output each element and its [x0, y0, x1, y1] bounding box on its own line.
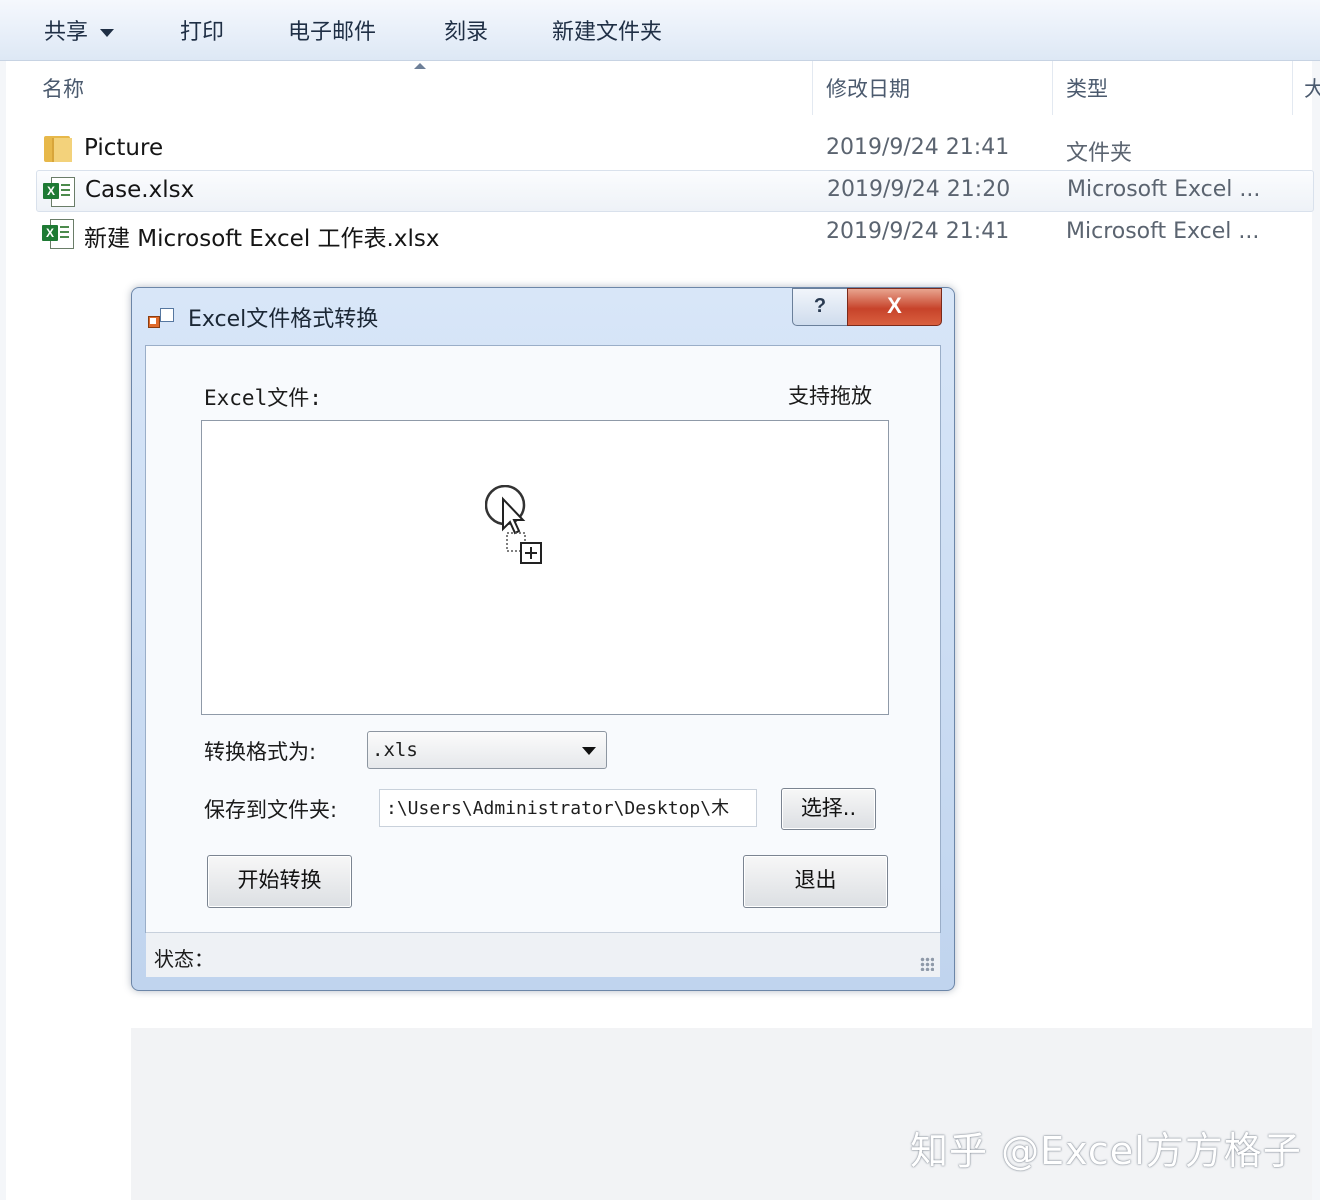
- excel-file-icon: X: [42, 218, 74, 249]
- sort-ascending-icon: [414, 63, 426, 69]
- share-menu-button[interactable]: 共享: [44, 14, 115, 46]
- file-name: Case.xlsx: [85, 177, 195, 203]
- share-label: 共享: [44, 20, 89, 45]
- column-header-name[interactable]: 名称: [42, 73, 84, 103]
- file-date: 2019/9/24 21:41: [826, 135, 1010, 160]
- file-name: 新建 Microsoft Excel 工作表.xlsx: [84, 226, 440, 252]
- column-header-date[interactable]: 修改日期: [826, 73, 910, 103]
- file-type: Microsoft Excel ...: [1066, 219, 1260, 244]
- file-type: 文件夹: [1066, 141, 1133, 166]
- excel-file-label: Excel文件:: [204, 386, 322, 410]
- status-bar: 状态：: [146, 932, 940, 977]
- file-date: 2019/9/24 21:41: [826, 219, 1010, 244]
- exit-button[interactable]: 退出: [743, 855, 888, 908]
- file-drop-area[interactable]: [201, 420, 889, 715]
- file-row-case-xlsx[interactable]: X Case.xlsx 2019/9/24 21:20 Microsoft Ex…: [36, 170, 1314, 212]
- column-divider[interactable]: [812, 61, 813, 115]
- choose-folder-button[interactable]: 选择..: [781, 788, 876, 830]
- file-row-picture[interactable]: Picture 2019/9/24 21:41 文件夹: [36, 129, 1312, 169]
- drag-drop-hint: 支持拖放: [788, 384, 872, 408]
- dialog-body: Excel文件: 支持拖放 转换格式为: .xls 保存到文件夹: :\User…: [145, 345, 941, 977]
- file-type: Microsoft Excel ...: [1067, 177, 1261, 202]
- app-icon: [148, 306, 174, 330]
- format-value: .xls: [372, 739, 418, 761]
- column-header-type[interactable]: 类型: [1066, 73, 1108, 103]
- save-folder-label: 保存到文件夹:: [204, 798, 338, 822]
- new-folder-button[interactable]: 新建文件夹: [552, 14, 662, 46]
- file-date: 2019/9/24 21:20: [827, 177, 1011, 202]
- drag-copy-cursor-icon: [485, 485, 542, 564]
- format-label: 转换格式为:: [204, 740, 317, 764]
- start-convert-button[interactable]: 开始转换: [207, 855, 352, 908]
- excel-file-icon: X: [43, 176, 75, 207]
- chevron-down-icon: [100, 29, 115, 37]
- help-button[interactable]: ?: [792, 288, 848, 326]
- file-row-new-excel[interactable]: X 新建 Microsoft Excel 工作表.xlsx 2019/9/24 …: [36, 213, 1312, 253]
- status-label: 状态：: [154, 947, 214, 971]
- save-path-field[interactable]: :\Users\Administrator\Desktop\木: [379, 789, 757, 827]
- email-button[interactable]: 电子邮件: [288, 14, 376, 46]
- dialog-title: Excel文件格式转换: [188, 307, 379, 332]
- resize-grip-icon[interactable]: [920, 957, 934, 971]
- watermark: 知乎 @Excel方方格子: [910, 1129, 1302, 1173]
- print-button[interactable]: 打印: [180, 14, 224, 46]
- column-divider[interactable]: [1292, 61, 1293, 115]
- excel-format-convert-dialog: Excel文件格式转换 ? X Excel文件: 支持拖放 转换格式为: .xl…: [131, 287, 955, 991]
- folder-icon: [42, 134, 74, 164]
- close-button[interactable]: X: [847, 288, 942, 326]
- column-divider[interactable]: [1052, 61, 1053, 115]
- column-header-size[interactable]: 大: [1304, 73, 1320, 103]
- dropdown-arrow-icon: [582, 747, 596, 755]
- explorer-toolbar: 共享 打印 电子邮件 刻录 新建文件夹: [0, 0, 1320, 61]
- burn-button[interactable]: 刻录: [444, 14, 488, 46]
- file-name: Picture: [84, 135, 164, 161]
- format-select[interactable]: .xls: [367, 731, 607, 769]
